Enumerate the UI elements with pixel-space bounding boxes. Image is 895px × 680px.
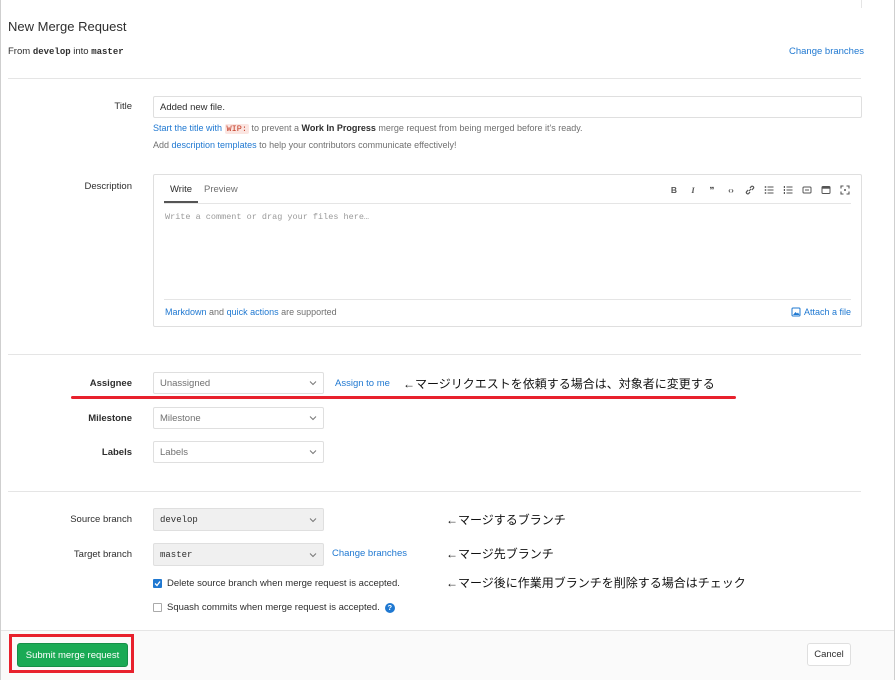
divider — [8, 491, 861, 492]
wip-help-mid: to prevent a — [251, 123, 299, 133]
labels-select[interactable]: Labels — [153, 441, 324, 463]
title-input[interactable]: Added new file. — [153, 96, 862, 118]
image-file-icon — [791, 307, 801, 317]
squash-commits-row[interactable]: Squash commits when merge request is acc… — [153, 602, 395, 613]
quote-icon[interactable]: ❞ — [706, 184, 718, 196]
wip-help-text: Start the title with WIP: to prevent a W… — [153, 123, 583, 134]
title-input-value: Added new file. — [160, 101, 225, 113]
help-icon[interactable]: ? — [384, 602, 395, 613]
footer-end-text: are supported — [281, 307, 337, 317]
assign-to-me-link[interactable]: Assign to me — [335, 378, 390, 389]
target-branch-select: master — [153, 543, 324, 566]
change-branches-link[interactable]: Change branches — [332, 548, 407, 559]
check-icon — [154, 581, 161, 587]
table-icon[interactable] — [820, 184, 832, 196]
title-label: Title — [114, 101, 132, 112]
chevron-down-icon — [309, 517, 317, 522]
quick-actions-link[interactable]: quick actions — [227, 307, 279, 317]
tab-preview[interactable]: Preview — [198, 175, 244, 203]
numbered-list-icon[interactable] — [782, 184, 794, 196]
target-branch-label: Target branch — [73, 549, 132, 560]
chevron-down-icon — [309, 416, 317, 421]
chevron-down-icon — [309, 381, 317, 386]
labels-label: Labels — [101, 447, 132, 458]
delete-source-branch-row[interactable]: Delete source branch when merge request … — [153, 578, 400, 589]
link-icon[interactable] — [744, 184, 756, 196]
delete-source-annotation: ←マージ後に作業用ブランチを削除する場合はチェック — [446, 576, 746, 590]
delete-source-checkbox[interactable] — [153, 579, 162, 588]
template-help-start: Add — [153, 140, 170, 150]
source-branch-annotation: ←マージするブランチ — [446, 513, 566, 527]
source-branch-value: develop — [160, 514, 198, 525]
divider — [8, 78, 861, 79]
milestone-select[interactable]: Milestone — [153, 407, 324, 429]
italic-icon[interactable]: I — [687, 184, 699, 196]
wip-help-link[interactable]: Start the title with — [153, 123, 222, 133]
chevron-down-icon — [309, 450, 317, 455]
code-icon[interactable]: ‹› — [725, 184, 737, 196]
editor-footer: Markdown and quick actions are supported — [165, 307, 337, 317]
target-branch-value: master — [160, 549, 193, 560]
markdown-link[interactable]: Markdown — [165, 307, 207, 317]
source-branch-select: develop — [153, 508, 324, 531]
footer-and-text: and — [209, 307, 225, 317]
wip-help-end: merge request from being merged before i… — [378, 123, 583, 133]
source-branch-label: Source branch — [70, 514, 132, 525]
fullscreen-icon[interactable] — [839, 184, 851, 196]
description-textarea[interactable]: Write a comment or drag your files here… — [165, 212, 369, 222]
description-templates-link[interactable]: description templates — [172, 140, 257, 150]
template-help-end: to help your contributors communicate ef… — [259, 140, 457, 150]
description-editor: Write Preview B I ❞ ‹› Write a comment o… — [153, 174, 862, 327]
milestone-label: Milestone — [88, 413, 132, 424]
form-actions — [1, 630, 894, 680]
delete-source-label: Delete source branch when merge request … — [167, 578, 400, 589]
change-branches-link[interactable]: Change branches — [789, 46, 864, 57]
cancel-button[interactable]: Cancel — [807, 643, 851, 666]
divider — [164, 203, 851, 204]
assignee-select[interactable]: Unassigned — [153, 372, 324, 394]
wip-code: WIP: — [224, 124, 249, 134]
tab-write[interactable]: Write — [164, 175, 198, 203]
target-branch-name: master — [91, 47, 124, 57]
assignee-value: Unassigned — [160, 377, 211, 389]
into-text: into — [73, 46, 89, 57]
chevron-down-icon — [309, 552, 317, 557]
milestone-value: Milestone — [160, 412, 201, 424]
description-label: Description — [84, 181, 132, 192]
submit-merge-request-button[interactable]: Submit merge request — [17, 643, 128, 667]
attach-file-label: Attach a file — [803, 307, 851, 317]
template-help-text: Add description templates to help your c… — [153, 140, 457, 150]
squash-checkbox[interactable] — [153, 603, 162, 612]
bullet-list-icon[interactable] — [763, 184, 775, 196]
branch-summary: From develop into master — [8, 46, 124, 57]
squash-label: Squash commits when merge request is acc… — [167, 602, 380, 613]
labels-value: Labels — [160, 446, 188, 458]
from-prefix: From — [8, 46, 31, 57]
divider — [8, 354, 861, 355]
divider — [861, 0, 862, 8]
page-title: New Merge Request — [8, 19, 127, 34]
wip-bold-text: Work In Progress — [301, 123, 376, 133]
divider — [164, 299, 851, 300]
bold-icon[interactable]: B — [668, 184, 680, 196]
source-branch-name: develop — [32, 47, 71, 57]
editor-tabs: Write Preview — [164, 175, 244, 203]
assignee-annotation: ←マージリクエストを依頼する場合は、対象者に変更する — [403, 377, 715, 391]
markdown-toolbar: B I ❞ ‹› — [668, 184, 851, 196]
target-branch-annotation: ←マージ先ブランチ — [446, 547, 554, 561]
annotation-underline — [71, 396, 736, 399]
attach-file-button[interactable]: Attach a file — [791, 307, 851, 317]
assignee-label: Assignee — [89, 378, 132, 389]
task-list-icon[interactable] — [801, 184, 813, 196]
